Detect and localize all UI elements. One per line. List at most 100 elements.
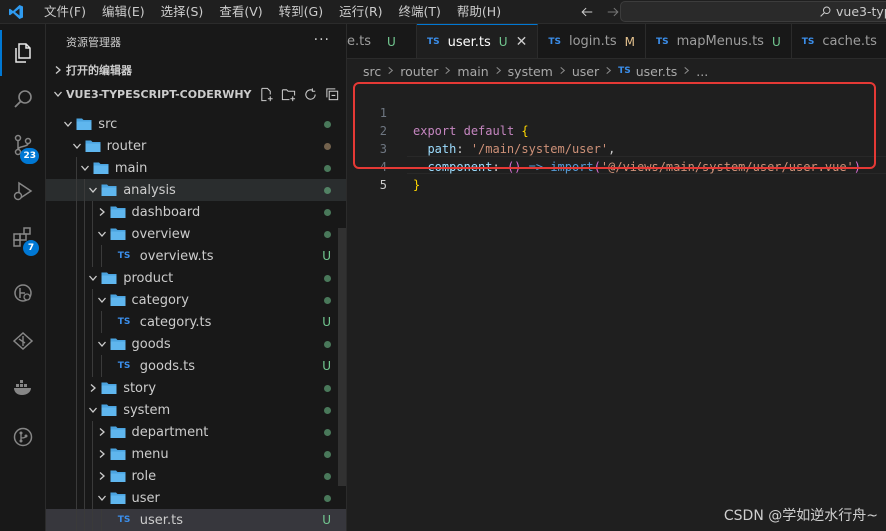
activity-bar: 23 7 <box>0 24 46 531</box>
tree-folder-row[interactable]: overview <box>46 223 346 245</box>
files-icon <box>15 43 31 63</box>
tree-file-row[interactable]: TS user.ts U <box>46 509 346 531</box>
breadcrumb-item[interactable]: user.ts <box>636 64 678 79</box>
watermark: CSDN @学如逆水行舟~ <box>723 508 878 524</box>
indent-guide <box>92 201 94 223</box>
menu-go[interactable]: 转到(G) <box>271 0 331 24</box>
menu-help[interactable]: 帮助(H) <box>449 0 509 24</box>
breadcrumb-item[interactable]: main <box>457 64 488 79</box>
tree-folder-row[interactable]: router <box>46 135 346 157</box>
new-folder-icon[interactable] <box>280 86 296 102</box>
breadcrumb-item[interactable]: user <box>572 64 599 79</box>
tree-file-row[interactable]: TS category.ts U <box>46 311 346 333</box>
indent-guide <box>92 355 94 377</box>
tree-folder-row[interactable]: menu <box>46 443 346 465</box>
tree-folder-row[interactable]: department <box>46 421 346 443</box>
tree-folder-row[interactable]: analysis <box>46 179 346 201</box>
breadcrumb-item[interactable]: system <box>508 64 553 79</box>
editor-tab[interactable]: TS mapMenus.ts U <box>646 24 792 58</box>
tree-folder-row[interactable]: product <box>46 267 346 289</box>
collapse-all-icon[interactable] <box>324 86 340 102</box>
typescript-file-icon: TS <box>117 361 131 371</box>
close-icon[interactable]: ✕ <box>516 34 528 50</box>
menu-selection[interactable]: 选择(S) <box>153 0 212 24</box>
tree-item-label: goods <box>131 336 171 352</box>
docker-activity[interactable] <box>0 364 46 410</box>
tree-item-label: user.ts <box>139 512 183 528</box>
tree-item-label: story <box>123 380 157 396</box>
extensions-activity[interactable]: 7 <box>0 214 46 260</box>
sidebar-title: 资源管理器 <box>66 35 121 49</box>
title-bar: 文件(F) 编辑(E) 选择(S) 查看(V) 转到(G) 运行(R) 终端(T… <box>0 0 886 24</box>
menu-file[interactable]: 文件(F) <box>36 0 94 24</box>
search-activity[interactable] <box>0 76 46 122</box>
tree-folder-row[interactable]: goods <box>46 333 346 355</box>
tree-folder-row[interactable]: story <box>46 377 346 399</box>
refresh-icon[interactable] <box>302 86 318 102</box>
git-status <box>324 113 331 135</box>
status-dot <box>324 186 331 194</box>
back-arrow-icon[interactable] <box>579 4 595 20</box>
forward-arrow-icon[interactable] <box>605 4 621 20</box>
typescript-file-icon: TS <box>655 36 669 47</box>
folder-icon <box>110 447 126 461</box>
chevron-down-icon <box>85 182 101 198</box>
run-debug-activity[interactable] <box>0 168 46 214</box>
editor-tab[interactable]: TS cache.ts <box>792 24 886 58</box>
indent-guide <box>75 355 77 377</box>
status-dot <box>324 450 331 458</box>
folder-icon <box>101 183 117 197</box>
command-center-search[interactable]: vue3-typ <box>620 1 886 22</box>
tree-item-label: user <box>131 490 160 506</box>
close-brace: } <box>413 178 421 192</box>
more-actions-icon[interactable]: ··· <box>314 32 330 48</box>
source-control-activity[interactable]: 23 <box>0 122 46 168</box>
tree-item-label: category <box>131 292 189 308</box>
status-dot <box>324 230 331 238</box>
tree-folder-row[interactable]: system <box>46 399 346 421</box>
indent-guide <box>92 223 94 245</box>
folder-icon <box>110 205 126 219</box>
git-status <box>324 157 331 179</box>
menu-terminal[interactable]: 终端(T) <box>391 0 449 24</box>
explorer-activity[interactable] <box>0 30 46 76</box>
open-editors-section[interactable]: 打开的编辑器 <box>46 59 346 81</box>
new-file-icon[interactable] <box>258 86 274 102</box>
tree-folder-row[interactable]: category <box>46 289 346 311</box>
tree-file-row[interactable]: TS overview.ts U <box>46 245 346 267</box>
sidebar-scrollbar[interactable] <box>338 228 346 486</box>
menu-edit[interactable]: 编辑(E) <box>94 0 153 24</box>
indent-guide <box>83 311 85 333</box>
folder-icon <box>93 161 109 175</box>
menu-view[interactable]: 查看(V) <box>211 0 270 24</box>
chevron-right-icon <box>604 65 613 78</box>
indent-guide <box>75 465 77 487</box>
indent-guide <box>92 443 94 465</box>
editor-tab[interactable]: TS login.ts M <box>538 24 646 58</box>
tree-folder-row[interactable]: dashboard <box>46 201 346 223</box>
indent-guide <box>75 399 77 421</box>
chevron-down-icon <box>85 270 101 286</box>
breadcrumb-item[interactable]: src <box>363 64 381 79</box>
tree-folder-row[interactable]: main <box>46 157 346 179</box>
menu-run[interactable]: 运行(R) <box>331 0 390 24</box>
chevron-right-icon <box>682 65 691 78</box>
tree-folder-row[interactable]: role <box>46 465 346 487</box>
tree-file-row[interactable]: TS goods.ts U <box>46 355 346 377</box>
chevron-down-icon <box>69 138 85 154</box>
git-graph-activity[interactable] <box>0 318 46 364</box>
indent-guide <box>83 421 85 443</box>
editor-tab[interactable]: e.ts U <box>347 24 417 58</box>
editor-tab[interactable]: TS user.ts U ✕ <box>417 24 539 58</box>
indent-guide <box>92 465 94 487</box>
status-dot <box>324 494 331 502</box>
tree-folder-row[interactable]: src <box>46 113 346 135</box>
breadcrumb-item[interactable]: router <box>400 64 438 79</box>
project-section[interactable]: VUE3-TYPESCRIPT-CODERWHY <box>46 83 346 105</box>
gitlens-activity[interactable] <box>0 414 46 460</box>
tree-folder-row[interactable]: user <box>46 487 346 509</box>
remote-explorer-activity[interactable] <box>0 270 46 316</box>
breadcrumb-item[interactable]: ... <box>696 64 708 79</box>
status-dot <box>324 428 331 436</box>
git-graph-icon <box>12 331 34 351</box>
